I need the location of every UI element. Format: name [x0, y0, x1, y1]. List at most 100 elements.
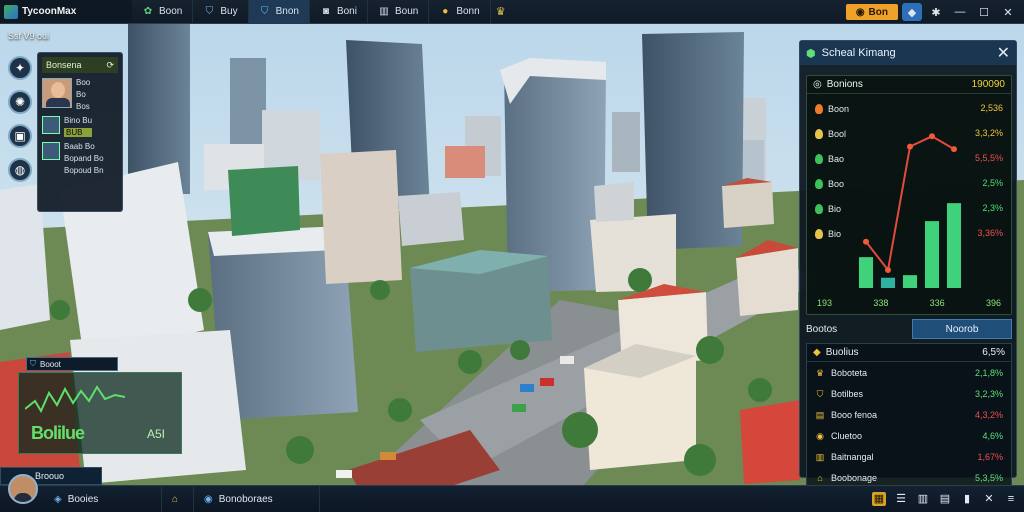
finance-chart[interactable]	[855, 100, 965, 296]
service-value: 4,6%	[982, 430, 1003, 441]
profile-icon[interactable]: ◆	[902, 3, 922, 21]
shield-icon: ⛉	[816, 388, 824, 399]
bottom-item-2[interactable]: ◉ Bonoboraes	[194, 486, 320, 512]
chart-icon[interactable]: ▤	[938, 492, 952, 506]
service-row[interactable]: ▤ Booo fenoa 4,3,2%	[807, 404, 1011, 425]
finance-item-label: Bool	[828, 128, 847, 139]
finance-item[interactable]: Bio	[815, 227, 849, 240]
advisor-line: Boo	[76, 78, 91, 87]
drop-icon	[815, 178, 823, 189]
chart-bar[interactable]	[946, 203, 962, 288]
service-row[interactable]: ◉ Cluetoo 4,6%	[807, 425, 1011, 446]
leaf-icon: ✿	[143, 6, 153, 17]
advisor-row[interactable]: Boo Bo Bos	[42, 78, 118, 111]
section-button[interactable]: Noorob	[912, 319, 1012, 339]
gear-icon[interactable]: ✺	[8, 90, 32, 114]
finance-item[interactable]: Bool	[815, 127, 849, 140]
tab-label: Boon	[159, 6, 183, 17]
globe-icon[interactable]: ◍	[8, 158, 32, 182]
chart-point[interactable]	[929, 133, 935, 140]
section-label: Bootos	[806, 323, 838, 335]
cash-button[interactable]: ◉ Bon	[845, 4, 898, 20]
services-icon: ◆	[813, 347, 821, 358]
list-icon[interactable]: ☰	[894, 492, 908, 506]
service-row[interactable]: ♛ Boboteta 2,1,8%	[807, 362, 1011, 383]
chart-bar[interactable]	[924, 221, 940, 288]
advisor-row[interactable]: Bino Bu BUB	[42, 116, 118, 137]
tab-4[interactable]: ▥ Boun	[368, 0, 430, 23]
factory-icon: ⌂	[817, 472, 823, 483]
chart-point[interactable]	[885, 267, 891, 273]
building-icon[interactable]: ▥	[916, 492, 930, 506]
chart-bar[interactable]	[902, 275, 918, 288]
cash-label: Bon	[868, 6, 888, 18]
finance-item-value: 2,5%	[982, 178, 1003, 188]
player-avatar[interactable]	[8, 474, 38, 504]
chart-bar[interactable]	[880, 277, 896, 288]
panel-logo-icon: ⬢	[806, 47, 816, 60]
chart-point[interactable]	[863, 238, 869, 245]
bottom-item-label: Bonoboraes	[218, 493, 273, 505]
drop-icon	[815, 128, 823, 139]
services-title: Buolius	[825, 347, 859, 358]
tab-1[interactable]: ⛉ Buy	[193, 0, 249, 23]
finance-item[interactable]: Bio	[815, 202, 849, 215]
finance-item[interactable]: Bao	[815, 152, 849, 165]
trophy-icon[interactable]: ♛	[491, 3, 511, 21]
maximize-icon[interactable]: ☐	[974, 3, 994, 21]
menu-icon[interactable]: ≡	[1004, 492, 1018, 506]
service-label: Boboteta	[831, 367, 868, 378]
finance-item-label: Boo	[828, 178, 845, 189]
service-label: Baitnangal	[831, 451, 874, 462]
service-row[interactable]: ⛉ Botilbes 3,2,3%	[807, 383, 1011, 404]
finance-title: Bonions	[826, 79, 863, 90]
minimize-icon[interactable]: —	[950, 3, 970, 21]
close-icon[interactable]: ✕	[998, 3, 1018, 21]
finance-item-label: Bao	[828, 153, 845, 164]
shield-icon: ⛉	[30, 359, 36, 368]
coin-icon: ●	[442, 6, 449, 17]
city-management-panel: ⬢ Scheal Kimang ✕ ◎ Bonions 190090 Boon B…	[799, 40, 1017, 512]
tab-label: Bnon	[275, 6, 299, 17]
sync-icon[interactable]: ⟳	[106, 60, 114, 71]
finance-item-value: 5,5,5%	[974, 153, 1003, 163]
tab-label: Boun	[394, 6, 419, 17]
stats-icon[interactable]: ▮	[960, 492, 974, 506]
tab-2[interactable]: ⛉ Bnon	[248, 0, 310, 23]
chart-point[interactable]	[951, 146, 957, 153]
drop-icon	[815, 153, 823, 164]
service-row[interactable]: ▥ Baitnangal 1,67%	[807, 446, 1011, 467]
finance-item-value: 2,536	[980, 103, 1003, 113]
finance-item[interactable]: Boon	[815, 102, 849, 115]
finance-list: Boon Bool Bao Boo Bio Bio	[815, 102, 849, 240]
tab-0[interactable]: ✿ Boon	[132, 0, 194, 23]
trophy-icon: ♛	[815, 367, 825, 378]
finance-header: ◎ Bonions 190090	[807, 76, 1011, 94]
footer-value: 396	[985, 298, 1001, 308]
tab-label: Boni	[336, 6, 357, 17]
grid-icon[interactable]: ▦	[872, 491, 886, 506]
game-logo-icon	[4, 4, 18, 19]
settings-icon[interactable]: ✱	[926, 3, 946, 21]
tab-3[interactable]: ◙ Boni	[310, 0, 368, 23]
monitor-label-bar[interactable]: ⛉ Booot	[26, 357, 118, 371]
services-total: 6,5%	[982, 347, 1005, 358]
finance-item-value: 3,36%	[977, 228, 1003, 238]
brand[interactable]: TycoonMax	[0, 0, 132, 23]
advisor-line: Bopoud Bn	[64, 166, 104, 175]
briefcase-icon[interactable]: ▣	[8, 124, 32, 148]
tab-5[interactable]: ● Bonn	[429, 0, 491, 23]
finance-item[interactable]: Boo	[815, 177, 849, 190]
chart-point[interactable]	[907, 143, 913, 150]
close-icon[interactable]: ✕	[997, 43, 1010, 63]
mini-chart	[25, 385, 125, 414]
close-icon[interactable]: ✕	[982, 492, 996, 506]
bottom-item-1[interactable]: ⌂	[162, 486, 194, 512]
service-label: Booo fenoa	[831, 409, 878, 420]
bottom-item-0[interactable]: ◈ Booies	[44, 486, 162, 512]
chart-bar[interactable]	[858, 257, 874, 288]
top-right-controls: ◉ Bon ◆ ✱ — ☐ ✕	[845, 0, 1024, 24]
compass-icon[interactable]: ✦	[8, 56, 32, 80]
advisor-row[interactable]: Baab Bo Bopand Bo Bopoud Bn	[42, 142, 118, 175]
footer-value: 193	[817, 298, 833, 308]
